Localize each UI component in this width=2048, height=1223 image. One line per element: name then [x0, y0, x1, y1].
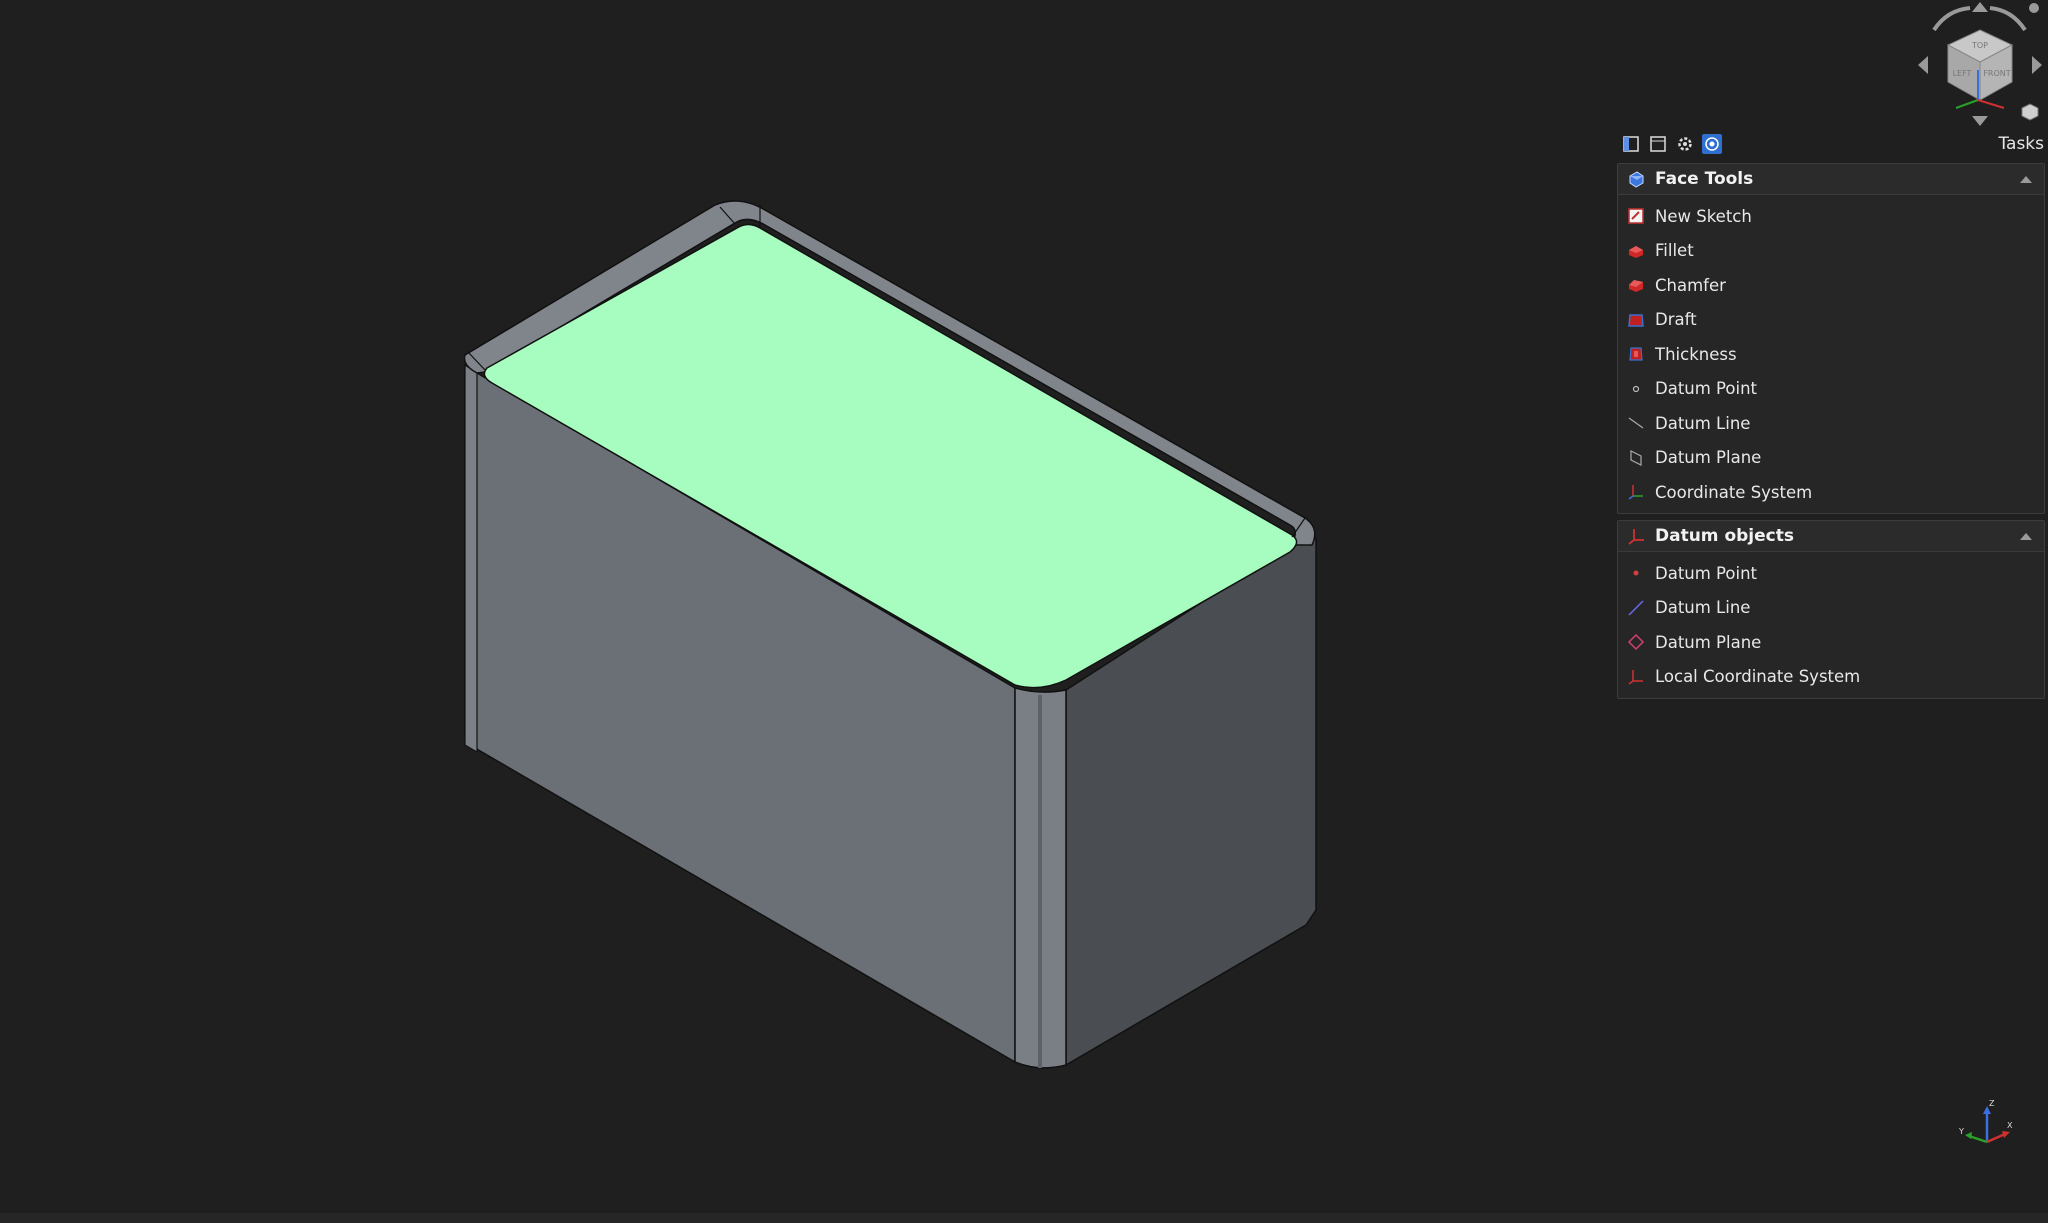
face-tools-header[interactable]: Face Tools [1618, 164, 2044, 195]
datum-point-icon [1625, 562, 1647, 584]
collapse-arrow-icon[interactable] [2020, 175, 2032, 183]
local-coordinate-system-icon [1625, 666, 1647, 688]
datum-objects-title: Datum objects [1655, 526, 1794, 546]
datum-objects-icon [1625, 525, 1647, 547]
datum-plane-item[interactable]: Datum Plane [1618, 625, 2044, 660]
orbit-left-arrow-icon[interactable] [1918, 56, 1928, 74]
collapse-arrow-icon[interactable] [2020, 532, 2032, 540]
datum-plane-icon [1625, 447, 1647, 469]
datum-label: Datum Plane [1655, 632, 1762, 652]
tasks-toolbar: Tasks [1614, 130, 2048, 158]
datum-line-icon [1625, 597, 1647, 619]
orbit-down-arrow-icon[interactable] [1972, 116, 1988, 126]
orbit-up-arrow-icon[interactable] [1972, 2, 1988, 12]
tool-thickness[interactable]: Thickness [1618, 337, 2044, 372]
tool-label: Fillet [1655, 241, 1694, 261]
axis-label-y: Y [1958, 1127, 1964, 1136]
tool-fillet[interactable]: Fillet [1618, 234, 2044, 269]
tool-label: Coordinate System [1655, 482, 1813, 502]
axis-label-z: Z [1989, 1099, 1995, 1108]
datum-objects-panel: Datum objects Datum Point Datum Line Dat… [1617, 520, 2045, 699]
combo-view-icon[interactable] [1621, 134, 1641, 154]
chamfer-icon [1625, 274, 1647, 296]
face-tools-title: Face Tools [1655, 169, 1754, 189]
view-menu-cube-icon[interactable] [2021, 103, 2039, 121]
axis-label-x: X [2007, 1121, 2013, 1130]
coordinate-system-icon [1625, 481, 1647, 503]
view-eye-icon[interactable] [1702, 134, 1722, 154]
face-tools-panel: Face Tools New Sketch Fillet Chamfer Dra… [1617, 163, 2045, 514]
datum-line-item[interactable]: Datum Line [1618, 591, 2044, 626]
view-menu-dot-icon[interactable] [2029, 3, 2039, 13]
tool-label: Datum Line [1655, 413, 1751, 433]
tool-label: Datum Plane [1655, 448, 1762, 468]
tool-label: Chamfer [1655, 275, 1726, 295]
axis-orientation-gizmo: Z Y X [1958, 1099, 2013, 1144]
local-coordinate-system-item[interactable]: Local Coordinate System [1618, 660, 2044, 695]
box-left-corner-fillet[interactable] [464, 363, 478, 754]
cube-label-front: FRONT [1983, 69, 2010, 78]
face-tools-icon [1625, 168, 1647, 190]
datum-plane-icon [1625, 631, 1647, 653]
window-icon[interactable] [1648, 134, 1668, 154]
tool-datum-plane[interactable]: Datum Plane [1618, 441, 2044, 476]
tool-new-sketch[interactable]: New Sketch [1618, 199, 2044, 234]
datum-point-item[interactable]: Datum Point [1618, 556, 2044, 591]
datum-point-icon [1625, 378, 1647, 400]
tasks-title[interactable]: Tasks [1998, 134, 2044, 154]
datum-line-icon [1625, 412, 1647, 434]
tool-datum-point[interactable]: Datum Point [1618, 372, 2044, 407]
tool-coordinate-system[interactable]: Coordinate System [1618, 475, 2044, 510]
rotate-right-arrow-icon[interactable] [1989, 6, 2027, 32]
new-sketch-icon [1625, 205, 1647, 227]
datum-label: Datum Point [1655, 563, 1758, 583]
datum-label: Local Coordinate System [1655, 667, 1861, 687]
fillet-icon [1625, 240, 1647, 262]
thickness-icon [1625, 343, 1647, 365]
tool-chamfer[interactable]: Chamfer [1618, 268, 2044, 303]
orbit-right-arrow-icon[interactable] [2032, 56, 2042, 74]
cube-label-top: TOP [1971, 41, 1988, 50]
tool-label: Datum Point [1655, 379, 1758, 399]
bottom-tab-strip [0, 1213, 2048, 1223]
datum-label: Datum Line [1655, 598, 1751, 618]
rotate-left-arrow-icon[interactable] [1932, 6, 1971, 32]
tool-label: New Sketch [1655, 206, 1752, 226]
tool-label: Draft [1655, 310, 1697, 330]
settings-gear-icon[interactable] [1675, 134, 1695, 154]
draft-icon [1625, 309, 1647, 331]
datum-objects-header[interactable]: Datum objects [1618, 521, 2044, 552]
navigation-cube[interactable]: TOP LEFT FRONT [1912, 0, 2048, 130]
tool-label: Thickness [1655, 344, 1737, 364]
tool-draft[interactable]: Draft [1618, 303, 2044, 338]
tool-datum-line[interactable]: Datum Line [1618, 406, 2044, 441]
cube-label-left: LEFT [1953, 69, 1972, 78]
